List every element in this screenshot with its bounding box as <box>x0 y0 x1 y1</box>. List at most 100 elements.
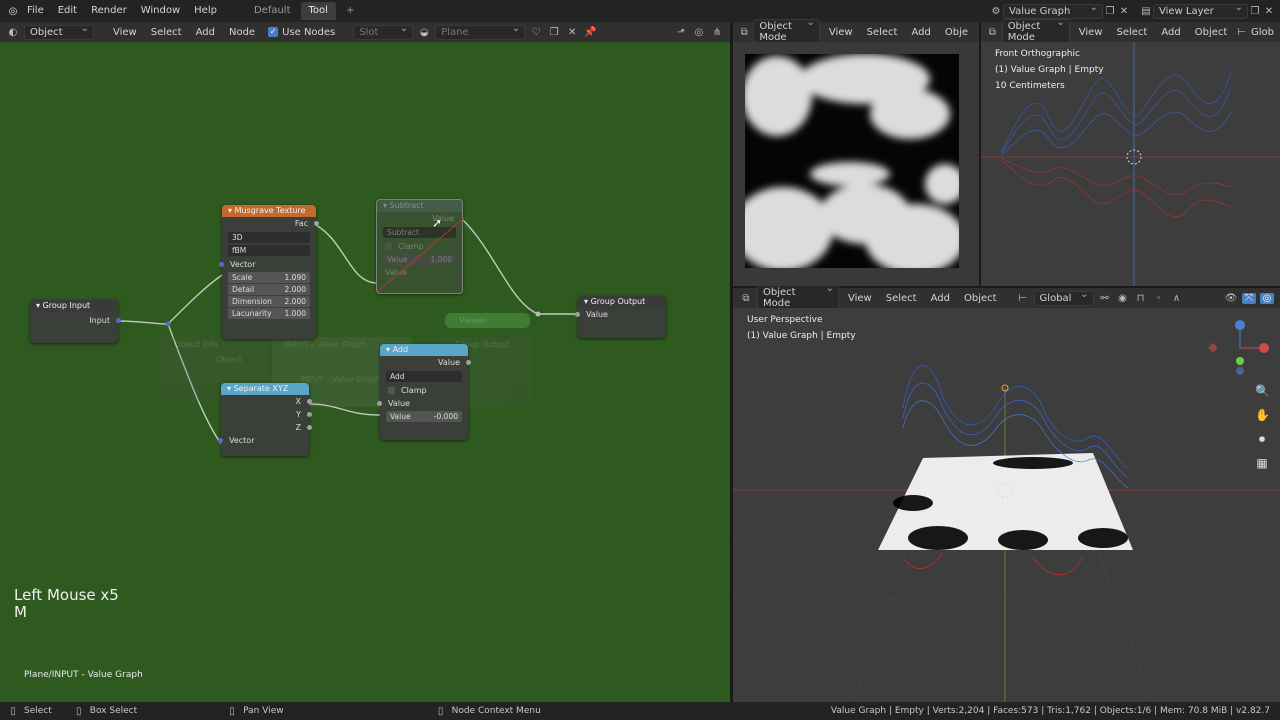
add-input[interactable]: Value <box>377 397 468 410</box>
add-node[interactable]: ▾ Add Value Add Clamp Value Value -0.000 <box>377 344 471 440</box>
subtract-header[interactable]: ▾ Subtract <box>377 200 462 212</box>
transform-orientation-dropdown[interactable]: Global <box>1033 289 1094 306</box>
editor-type-icon[interactable]: ⧉ <box>739 27 749 38</box>
separate-header[interactable]: ▾ Separate XYZ <box>221 383 309 395</box>
tab-default[interactable]: Default <box>246 2 299 20</box>
group-output-input[interactable]: Value <box>575 308 666 321</box>
menu-select[interactable]: Select <box>881 292 922 305</box>
zoom-icon[interactable]: 🔍 <box>1255 384 1270 398</box>
z-socket[interactable] <box>307 425 312 430</box>
add-value-field[interactable]: Value -0.000 <box>386 411 462 422</box>
menu-render[interactable]: Render <box>84 0 134 22</box>
separate-vector-input[interactable]: Vector <box>218 434 309 447</box>
view-layer-selector[interactable]: View Layer <box>1153 2 1248 19</box>
fake-user-icon[interactable]: ♡ <box>529 27 543 38</box>
blender-logo-icon[interactable]: ◎ <box>6 6 20 17</box>
menu-object[interactable]: Obje <box>940 26 973 39</box>
overlays-icon[interactable]: ◎ <box>692 27 706 38</box>
separate-xyz-node[interactable]: ▾ Separate XYZ X Y Z Vector <box>218 383 312 456</box>
snap-icon[interactable]: ⋔ <box>710 27 724 38</box>
menu-view[interactable]: View <box>108 26 142 39</box>
group-output-node[interactable]: ▾ Group Output Value <box>575 296 666 338</box>
menu-select[interactable]: Select <box>146 26 187 39</box>
group-input-node[interactable]: ▾ Group Input Input <box>30 300 121 343</box>
copy-layer-icon[interactable]: ❐ <box>1248 6 1262 17</box>
tab-tool[interactable]: Tool <box>300 2 336 20</box>
separate-vector-socket[interactable] <box>218 438 223 443</box>
add-workspace-button[interactable]: + <box>338 2 362 20</box>
add-output[interactable]: Value <box>380 356 471 369</box>
proportional-edit-icon[interactable]: ◦ <box>1152 293 1166 304</box>
remove-layer-icon[interactable]: ✕ <box>1262 6 1276 17</box>
add-clamp[interactable]: Clamp <box>380 384 468 397</box>
menu-edit[interactable]: Edit <box>51 0 84 22</box>
scene-icon[interactable]: ⚙ <box>989 6 1003 17</box>
fac-socket[interactable] <box>314 221 319 226</box>
node-editor-canvas[interactable]: Object Info INPUT - Value Graph Group Ou… <box>0 42 730 702</box>
separate-z-output[interactable]: Z <box>221 421 312 434</box>
falloff-icon[interactable]: ∧ <box>1170 293 1184 304</box>
menu-view[interactable]: View <box>1074 26 1108 39</box>
musgrave-fac-output[interactable]: Fac <box>222 217 319 230</box>
y-socket[interactable] <box>307 412 312 417</box>
snap-target-icon[interactable]: ⊓ <box>1134 293 1148 304</box>
musgrave-type-dropdown[interactable]: fBM <box>228 245 310 256</box>
material-icon[interactable]: ◒ <box>417 27 431 38</box>
image-editor-area[interactable] <box>733 42 979 286</box>
persp-viewport-area[interactable]: User Perspective (1) Value Graph | Empty… <box>733 308 1280 702</box>
duplicate-icon[interactable]: ❐ <box>547 27 561 38</box>
menu-add[interactable]: Add <box>906 26 935 39</box>
pin-icon[interactable]: 📌 <box>583 27 597 38</box>
add-input-socket[interactable] <box>377 401 382 406</box>
group-input-header[interactable]: ▾ Group Input <box>30 300 118 312</box>
input-socket[interactable] <box>116 318 121 323</box>
navigation-gizmo[interactable] <box>1203 316 1273 376</box>
orientation-icon[interactable]: ⊢ <box>1236 27 1247 38</box>
front-viewport-area[interactable]: Front Orthographic (1) Value Graph | Emp… <box>981 42 1280 286</box>
use-nodes-checkbox[interactable]: ✓ <box>268 27 279 37</box>
musgrave-dimension-field[interactable]: Dimension 2.000 <box>228 296 310 307</box>
parent-node-tree-icon[interactable]: ⬏ <box>674 27 688 38</box>
add-clamp-checkbox[interactable] <box>388 387 395 394</box>
menu-select[interactable]: Select <box>862 26 903 39</box>
view-layer-icon[interactable]: ▤ <box>1139 6 1153 17</box>
musgrave-detail-field[interactable]: Detail 2.000 <box>228 284 310 295</box>
output-value-socket[interactable] <box>575 312 580 317</box>
gizmo-icon[interactable]: ⤧ <box>1242 292 1256 304</box>
menu-window[interactable]: Window <box>134 0 187 22</box>
add-output-socket[interactable] <box>466 360 471 365</box>
add-header[interactable]: ▾ Add <box>380 344 468 356</box>
scene-selector[interactable]: Value Graph <box>1003 2 1103 19</box>
musgrave-header[interactable]: ▾ Musgrave Texture <box>222 205 316 217</box>
musgrave-vector-input[interactable]: Vector <box>219 258 316 271</box>
add-operation-dropdown[interactable]: Add <box>386 371 462 382</box>
editor-type-icon[interactable]: ⧉ <box>739 293 753 304</box>
musgrave-lacunarity-field[interactable]: Lacunarity 1.000 <box>228 308 310 319</box>
group-input-output[interactable]: Input <box>30 314 121 327</box>
overlay-icon[interactable]: ◎ <box>1260 292 1274 304</box>
menu-select[interactable]: Select <box>1111 26 1152 39</box>
separate-x-output[interactable]: X <box>221 395 312 408</box>
object-field[interactable]: Plane <box>435 23 526 40</box>
pan-hand-icon[interactable]: ✋ <box>1255 408 1270 422</box>
menu-file[interactable]: File <box>20 0 51 22</box>
menu-add[interactable]: Add <box>1156 26 1185 39</box>
menu-view[interactable]: View <box>824 26 858 39</box>
pivot-icon[interactable]: ⚯ <box>1098 293 1112 304</box>
group-output-header[interactable]: ▾ Group Output <box>578 296 666 308</box>
copy-scene-icon[interactable]: ❐ <box>1103 6 1117 17</box>
menu-object[interactable]: Object <box>959 292 1002 305</box>
menu-help[interactable]: Help <box>187 0 224 22</box>
snap-icon[interactable]: ◉ <box>1116 293 1130 304</box>
menu-node[interactable]: Node <box>224 26 260 39</box>
slot-dropdown[interactable]: Slot <box>353 23 414 40</box>
menu-add[interactable]: Add <box>926 292 955 305</box>
vector-socket[interactable] <box>219 262 224 267</box>
editor-type-icon[interactable]: ⧉ <box>987 27 998 38</box>
orientation-label[interactable]: Glob <box>1251 27 1274 38</box>
musgrave-texture-node[interactable]: ▾ Musgrave Texture Fac 3D fBM Vector Sca… <box>219 205 319 339</box>
editor-type-icon[interactable]: ◐ <box>6 27 20 38</box>
orientation-icon[interactable]: ⊢ <box>1016 293 1030 304</box>
menu-view[interactable]: View <box>843 292 877 305</box>
unlink-icon[interactable]: ✕ <box>565 27 579 38</box>
